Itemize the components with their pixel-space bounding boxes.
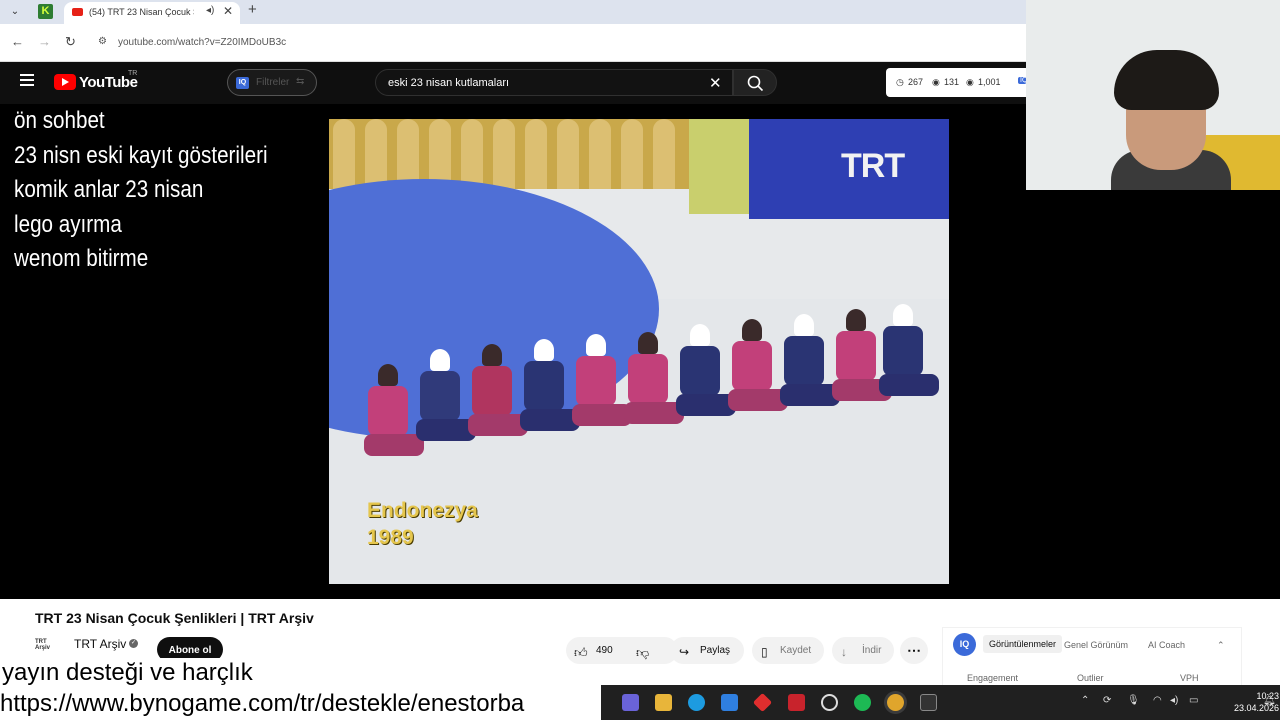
youtube-logo-icon[interactable] xyxy=(54,74,76,90)
url-field[interactable]: youtube.com/watch?v=Z20IMDoUB3c xyxy=(118,37,286,48)
share-label: Paylaş xyxy=(700,645,731,656)
sliders-icon: ⇆ xyxy=(296,76,305,87)
search-query: eski 23 nisan kutlamaları xyxy=(388,77,510,89)
wifi-icon[interactable]: ◠ xyxy=(1153,695,1162,706)
save-button[interactable]: ▯ Kaydet xyxy=(752,637,824,664)
site-info-icon[interactable]: ⚙ xyxy=(98,36,107,47)
browser-tabstrip: ⌄ K (54) TRT 23 Nisan Çocuk Şe ◂) ✕ + xyxy=(0,0,1028,24)
more-icon: ⋯ xyxy=(907,642,921,658)
spotify-icon[interactable] xyxy=(854,694,871,711)
iq-badge: IQ xyxy=(953,633,976,656)
topic-line: wenom bitirme xyxy=(14,245,149,272)
steam-icon[interactable] xyxy=(821,694,838,711)
stream-topics: ön sohbet 23 nisn eski kayıt gösterileri… xyxy=(14,104,309,277)
like-button[interactable]: 👍︎ 490 👎︎ xyxy=(566,637,678,664)
stat-3: 1,001 xyxy=(978,77,1001,87)
chevron-up-icon[interactable]: ⌃ xyxy=(1217,640,1225,651)
iq-sub-engagement: Engagement xyxy=(967,673,1019,683)
support-text: yayın desteği ve harçlık xyxy=(0,658,255,687)
more-actions-button[interactable]: ⋯ xyxy=(900,637,928,664)
tab-active[interactable]: (54) TRT 23 Nisan Çocuk Şe ◂) ✕ xyxy=(64,2,240,24)
taskbar: ⌃ ⟳ 🎙︎ ◠ ◂) ▭ 10:23 23.04.2026 🔔︎ xyxy=(601,685,1280,720)
verified-icon: ✓ xyxy=(129,639,138,648)
thumbs-up-icon: 👍︎ xyxy=(574,645,588,660)
back-icon[interactable]: ← xyxy=(11,34,24,49)
video-dancers xyxy=(364,294,939,456)
download-icon: ↓ xyxy=(841,645,847,659)
webcam-overlay xyxy=(1026,0,1280,190)
edge-icon[interactable] xyxy=(688,694,705,711)
iq-tab-coach[interactable]: AI Coach xyxy=(1148,640,1185,650)
mcafee-icon[interactable] xyxy=(788,694,805,711)
topic-line: 23 nisn eski kayıt gösterileri xyxy=(14,141,268,169)
address-bar: ← → ↻ ⚙ youtube.com/watch?v=Z20IMDoUB3c xyxy=(0,24,1028,62)
bookmark-icon: ▯ xyxy=(761,645,768,659)
video-title: TRT 23 Nisan Çocuk Şenlikleri | TRT Arşi… xyxy=(35,610,314,626)
thumbs-down-icon[interactable]: 👎︎ xyxy=(636,645,649,661)
reload-icon[interactable]: ↻ xyxy=(65,34,76,50)
channel-avatar[interactable]: TRT Arşiv xyxy=(35,639,63,657)
caption-year: 1989 xyxy=(367,526,414,549)
channel-name[interactable]: TRT Arşiv xyxy=(74,637,126,651)
teams-icon[interactable] xyxy=(622,694,639,711)
filters-label: Filtreler xyxy=(256,77,290,88)
notification-bell-icon[interactable]: 🔔︎ xyxy=(1263,695,1276,706)
epic-games-icon[interactable] xyxy=(920,694,937,711)
app-red-icon[interactable] xyxy=(752,692,773,713)
caption-country: Endonezya xyxy=(367,499,478,522)
youtube-favicon-icon xyxy=(72,8,83,16)
search-icon xyxy=(747,75,764,92)
search-button[interactable] xyxy=(733,69,777,96)
stat-2: 131 xyxy=(944,77,960,87)
stat-1: 267 xyxy=(908,77,924,87)
video-caption: Endonezya 1989 xyxy=(367,497,478,551)
like-count: 490 xyxy=(596,645,613,656)
right-blank xyxy=(1028,190,1280,599)
folder-icon[interactable] xyxy=(655,694,672,711)
video-player[interactable]: TRT Endonezya 1989 xyxy=(329,119,949,584)
iq-sub-outlier: Outlier xyxy=(1077,673,1104,683)
iq-icon: IQ xyxy=(236,77,249,89)
tab-title: (54) TRT 23 Nisan Çocuk Şe xyxy=(89,7,194,17)
save-label: Kaydet xyxy=(780,645,812,656)
stats-widget: ◷ 267 ◉ 131 ◉ 1,001 IQ xyxy=(886,68,1036,97)
battery-icon[interactable]: ▭ xyxy=(1189,695,1198,706)
search-input[interactable]: eski 23 nisan kutlamaları ✕ xyxy=(375,69,733,96)
iq-panel: IQ Görüntülenmeler Genel Görünüm AI Coac… xyxy=(942,627,1242,687)
clock-icon: ◷ xyxy=(896,77,904,87)
share-icon: ↪ xyxy=(679,645,690,659)
download-label: İndir xyxy=(862,645,882,656)
volume-icon[interactable]: ◂) xyxy=(1170,695,1178,706)
chrome-icon[interactable] xyxy=(887,694,904,711)
share-button[interactable]: ↪ Paylaş xyxy=(670,637,744,664)
sync-icon[interactable]: ⟳ xyxy=(1103,695,1111,706)
topic-line: komik anlar 23 nisan xyxy=(14,176,204,203)
filters-button[interactable]: IQ Filtreler ⇆ xyxy=(227,69,317,96)
iq-sub-vph: VPH xyxy=(1180,673,1199,683)
microphone-icon[interactable]: 🎙︎ xyxy=(1127,695,1140,706)
extension-tab-icon[interactable]: K xyxy=(38,4,53,19)
topic-line: lego ayırma xyxy=(14,210,122,238)
tab-search-icon[interactable]: ⌄ xyxy=(6,3,24,21)
speaker-icon[interactable]: ◂) xyxy=(206,5,214,16)
eye-icon: ◉ xyxy=(966,77,974,87)
eye-icon: ◉ xyxy=(932,77,940,87)
menu-icon[interactable] xyxy=(20,74,34,89)
close-tab-icon[interactable]: ✕ xyxy=(223,4,233,18)
country-code: TR xyxy=(128,70,138,77)
youtube-header: YouTube TR IQ Filtreler ⇆ eski 23 nisan … xyxy=(0,62,1036,104)
chevron-up-icon[interactable]: ⌃ xyxy=(1081,695,1089,706)
iq-tab-views[interactable]: Görüntülenmeler xyxy=(983,635,1063,653)
new-tab-button[interactable]: + xyxy=(248,1,257,18)
forward-icon[interactable]: → xyxy=(38,34,51,49)
store-icon[interactable] xyxy=(721,694,738,711)
iq-tab-overview[interactable]: Genel Görünüm xyxy=(1064,640,1128,650)
trt-watermark: TRT xyxy=(841,147,905,185)
clear-search-icon[interactable]: ✕ xyxy=(709,74,722,92)
topic-line: ön sohbet xyxy=(14,107,105,134)
download-button[interactable]: ↓ İndir xyxy=(832,637,894,664)
support-link: https://www.bynogame.com/tr/destekle/ene… xyxy=(0,688,601,720)
